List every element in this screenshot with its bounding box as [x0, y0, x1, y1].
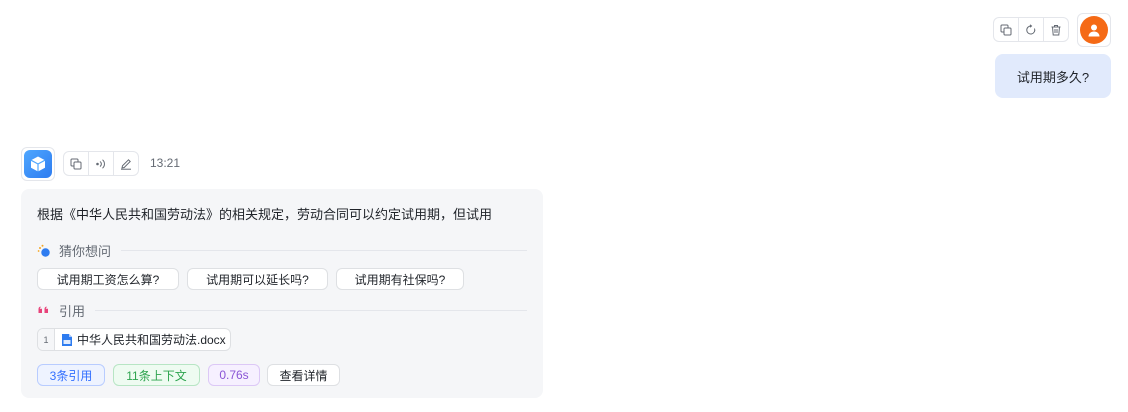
divider [121, 250, 527, 251]
bot-avatar-tile [24, 150, 52, 178]
response-time-label: 0.76s [219, 368, 249, 382]
citation-index: 1 [38, 329, 55, 350]
user-avatar-circle [1080, 16, 1108, 44]
lightbulb-icon [37, 244, 50, 257]
copy-icon [1000, 24, 1012, 35]
citations-header: 引用 [37, 301, 527, 320]
user-message-bubble: 试用期多久? [995, 54, 1111, 98]
person-icon [1088, 24, 1100, 37]
refresh-icon [1026, 23, 1036, 34]
read-aloud-button[interactable] [89, 152, 114, 175]
doc-file-icon [62, 333, 72, 346]
user-avatar [1077, 13, 1111, 47]
cube-icon [30, 156, 46, 172]
message-time: 13:21 [150, 156, 181, 170]
copy-button[interactable] [64, 152, 89, 175]
delete-button[interactable] [1044, 18, 1068, 41]
edit-icon [121, 158, 131, 170]
citations-title: 引用 [59, 304, 86, 319]
voice-icon [96, 158, 105, 169]
citation-name: 中华人民共和国劳动法.docx [77, 333, 226, 347]
citation-count-label: 3条引用 [49, 368, 93, 383]
view-details-button[interactable]: 查看详情 [267, 364, 340, 386]
suggested-questions-header: 猜你想问 [37, 241, 527, 260]
copy-icon [70, 158, 82, 169]
suggested-question[interactable]: 试用期可以延长吗? [187, 268, 328, 290]
context-count-label: 11条上下文 [126, 368, 187, 383]
citation-item[interactable]: 1 中华人民共和国劳动法.docx [37, 328, 231, 351]
suggested-question[interactable]: 试用期有社保吗? [336, 268, 464, 290]
answer-text: 根据《中华人民共和国劳动法》的相关规定，劳动合同可以约定试用期，但试用 [37, 207, 493, 222]
view-details-label: 查看详情 [279, 368, 328, 383]
user-message-actions [993, 17, 1069, 42]
divider [95, 310, 527, 311]
suggested-question-label: 试用期可以延长吗? [206, 272, 309, 287]
suggested-question[interactable]: 试用期工资怎么算? [37, 268, 179, 290]
suggested-question-label: 试用期工资怎么算? [56, 272, 160, 287]
suggested-question-label: 试用期有社保吗? [354, 272, 446, 287]
copy-button[interactable] [994, 18, 1019, 41]
suggested-questions-title: 猜你想问 [59, 244, 112, 259]
bot-message-actions [63, 151, 139, 176]
edit-button[interactable] [114, 152, 138, 175]
quote-icon [38, 306, 48, 313]
bot-avatar [21, 147, 55, 181]
context-count-badge: 11条上下文 [113, 364, 200, 386]
trash-icon [1051, 24, 1061, 35]
citation-count-badge: 3条引用 [37, 364, 105, 386]
user-message-text: 试用期多久? [1016, 69, 1090, 85]
regenerate-button[interactable] [1019, 18, 1044, 41]
response-time-badge: 0.76s [208, 364, 260, 386]
